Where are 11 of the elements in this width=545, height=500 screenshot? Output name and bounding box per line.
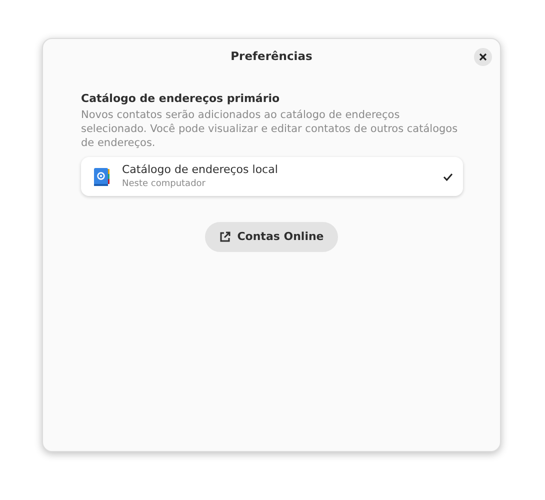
online-accounts-button[interactable]: Contas Online	[205, 222, 338, 252]
address-book-icon	[93, 166, 111, 186]
address-book-name: Catálogo de endereços local	[122, 162, 279, 177]
close-icon	[479, 53, 487, 61]
address-book-location: Neste computador	[122, 178, 206, 191]
external-link-icon	[219, 231, 232, 243]
window-title: Preferências	[230, 48, 312, 66]
section-description: Novos contatos serão adicionados ao catálogo de endereços selecionado. Você pode visualizar e editar contatos de outros catálogos de endereços.	[81, 108, 459, 150]
address-book-row[interactable]: Catálogo de endereços local Neste computador	[81, 157, 463, 196]
close-button[interactable]	[474, 48, 492, 66]
section-heading: Catálogo de endereços primário	[81, 91, 281, 107]
